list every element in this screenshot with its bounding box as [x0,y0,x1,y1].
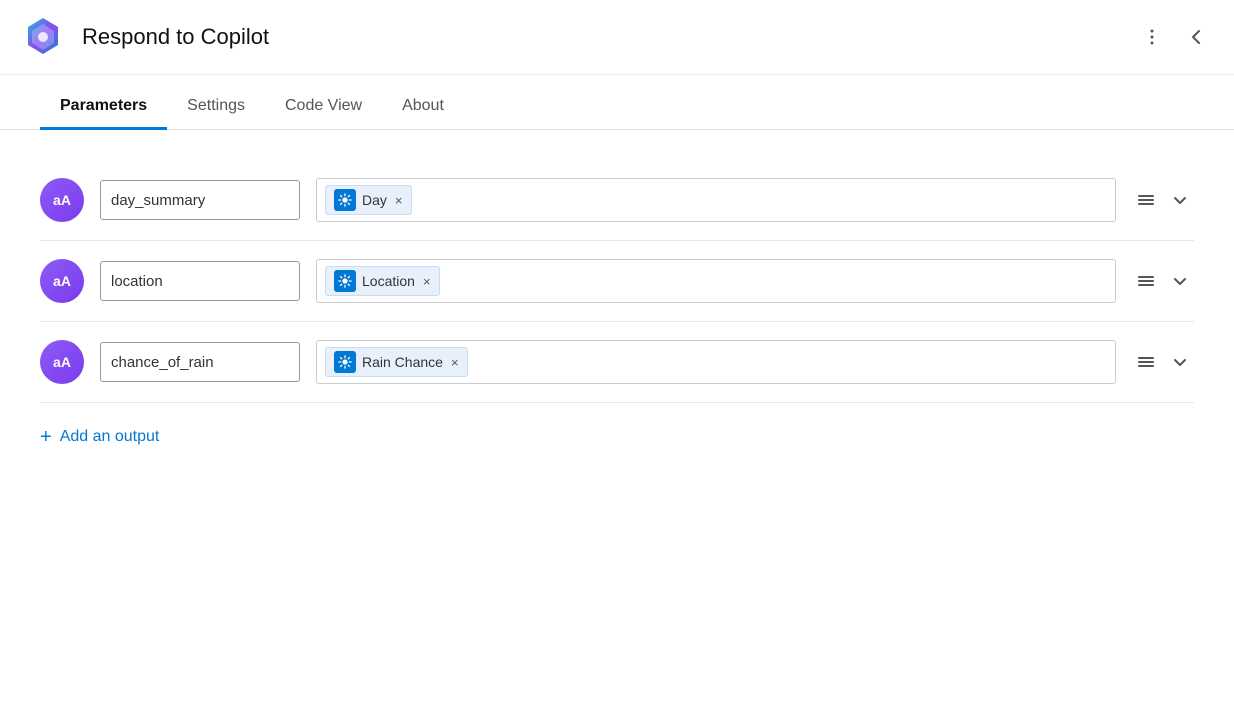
chevron-down-icon [1170,190,1190,210]
token-location: Location × [325,266,440,296]
parameters-panel: aA Day [0,130,1234,477]
sun-icon-rain [338,355,352,369]
tab-bar: Parameters Settings Code View About [0,85,1234,130]
menu-icon-day-summary[interactable] [1132,186,1160,214]
tab-code-view[interactable]: Code View [265,85,382,130]
token-label-rain-chance: Rain Chance [362,354,443,370]
add-output-label: Add an output [60,428,160,446]
param-actions-location [1132,267,1194,295]
token-close-location[interactable]: × [423,275,431,288]
chevron-down-icon-day-summary[interactable] [1166,186,1194,214]
header: Respond to Copilot [0,0,1234,75]
param-actions-day-summary [1132,186,1194,214]
avatar-chance-of-rain: aA [40,340,84,384]
avatar-location: aA [40,259,84,303]
header-actions [1134,19,1214,55]
token-close-day[interactable]: × [395,194,403,207]
more-vertical-icon [1142,27,1162,47]
hamburger-icon-location [1136,271,1156,291]
more-options-button[interactable] [1134,19,1170,55]
menu-icon-chance-of-rain[interactable] [1132,348,1160,376]
avatar-day-summary: aA [40,178,84,222]
app-logo [20,14,66,60]
tab-settings[interactable]: Settings [167,85,265,130]
token-icon-location [334,270,356,292]
chevron-down-icon-rain[interactable] [1166,348,1194,376]
add-output-button[interactable]: + Add an output [40,427,1194,447]
param-value-box-location[interactable]: Location × [316,259,1116,303]
param-actions-chance-of-rain [1132,348,1194,376]
param-row-location: aA Location [40,241,1194,322]
chevron-down-icon-rain-svg [1170,352,1190,372]
chevron-down-icon-location[interactable] [1166,267,1194,295]
param-value-box-day-summary[interactable]: Day × [316,178,1116,222]
sun-icon [338,193,352,207]
chevron-left-icon [1186,27,1206,47]
token-label-day: Day [362,192,387,208]
token-icon-day [334,189,356,211]
param-row-chance-of-rain: aA Rain Chanc [40,322,1194,403]
param-value-box-chance-of-rain[interactable]: Rain Chance × [316,340,1116,384]
chevron-down-icon-loc [1170,271,1190,291]
token-rain-chance: Rain Chance × [325,347,468,377]
back-button[interactable] [1178,19,1214,55]
page-title: Respond to Copilot [82,24,1134,50]
hamburger-icon-rain [1136,352,1156,372]
param-row-day-summary: aA Day [40,160,1194,241]
hamburger-icon [1136,190,1156,210]
tab-parameters[interactable]: Parameters [40,85,167,130]
token-icon-rain-chance [334,351,356,373]
param-name-location[interactable] [100,261,300,301]
tab-about[interactable]: About [382,85,464,130]
sun-icon-location [338,274,352,288]
token-close-rain-chance[interactable]: × [451,356,459,369]
menu-icon-location[interactable] [1132,267,1160,295]
param-name-day-summary[interactable] [100,180,300,220]
param-name-chance-of-rain[interactable] [100,342,300,382]
token-label-location: Location [362,273,415,289]
add-output-plus-icon: + [40,427,52,447]
token-day: Day × [325,185,412,215]
